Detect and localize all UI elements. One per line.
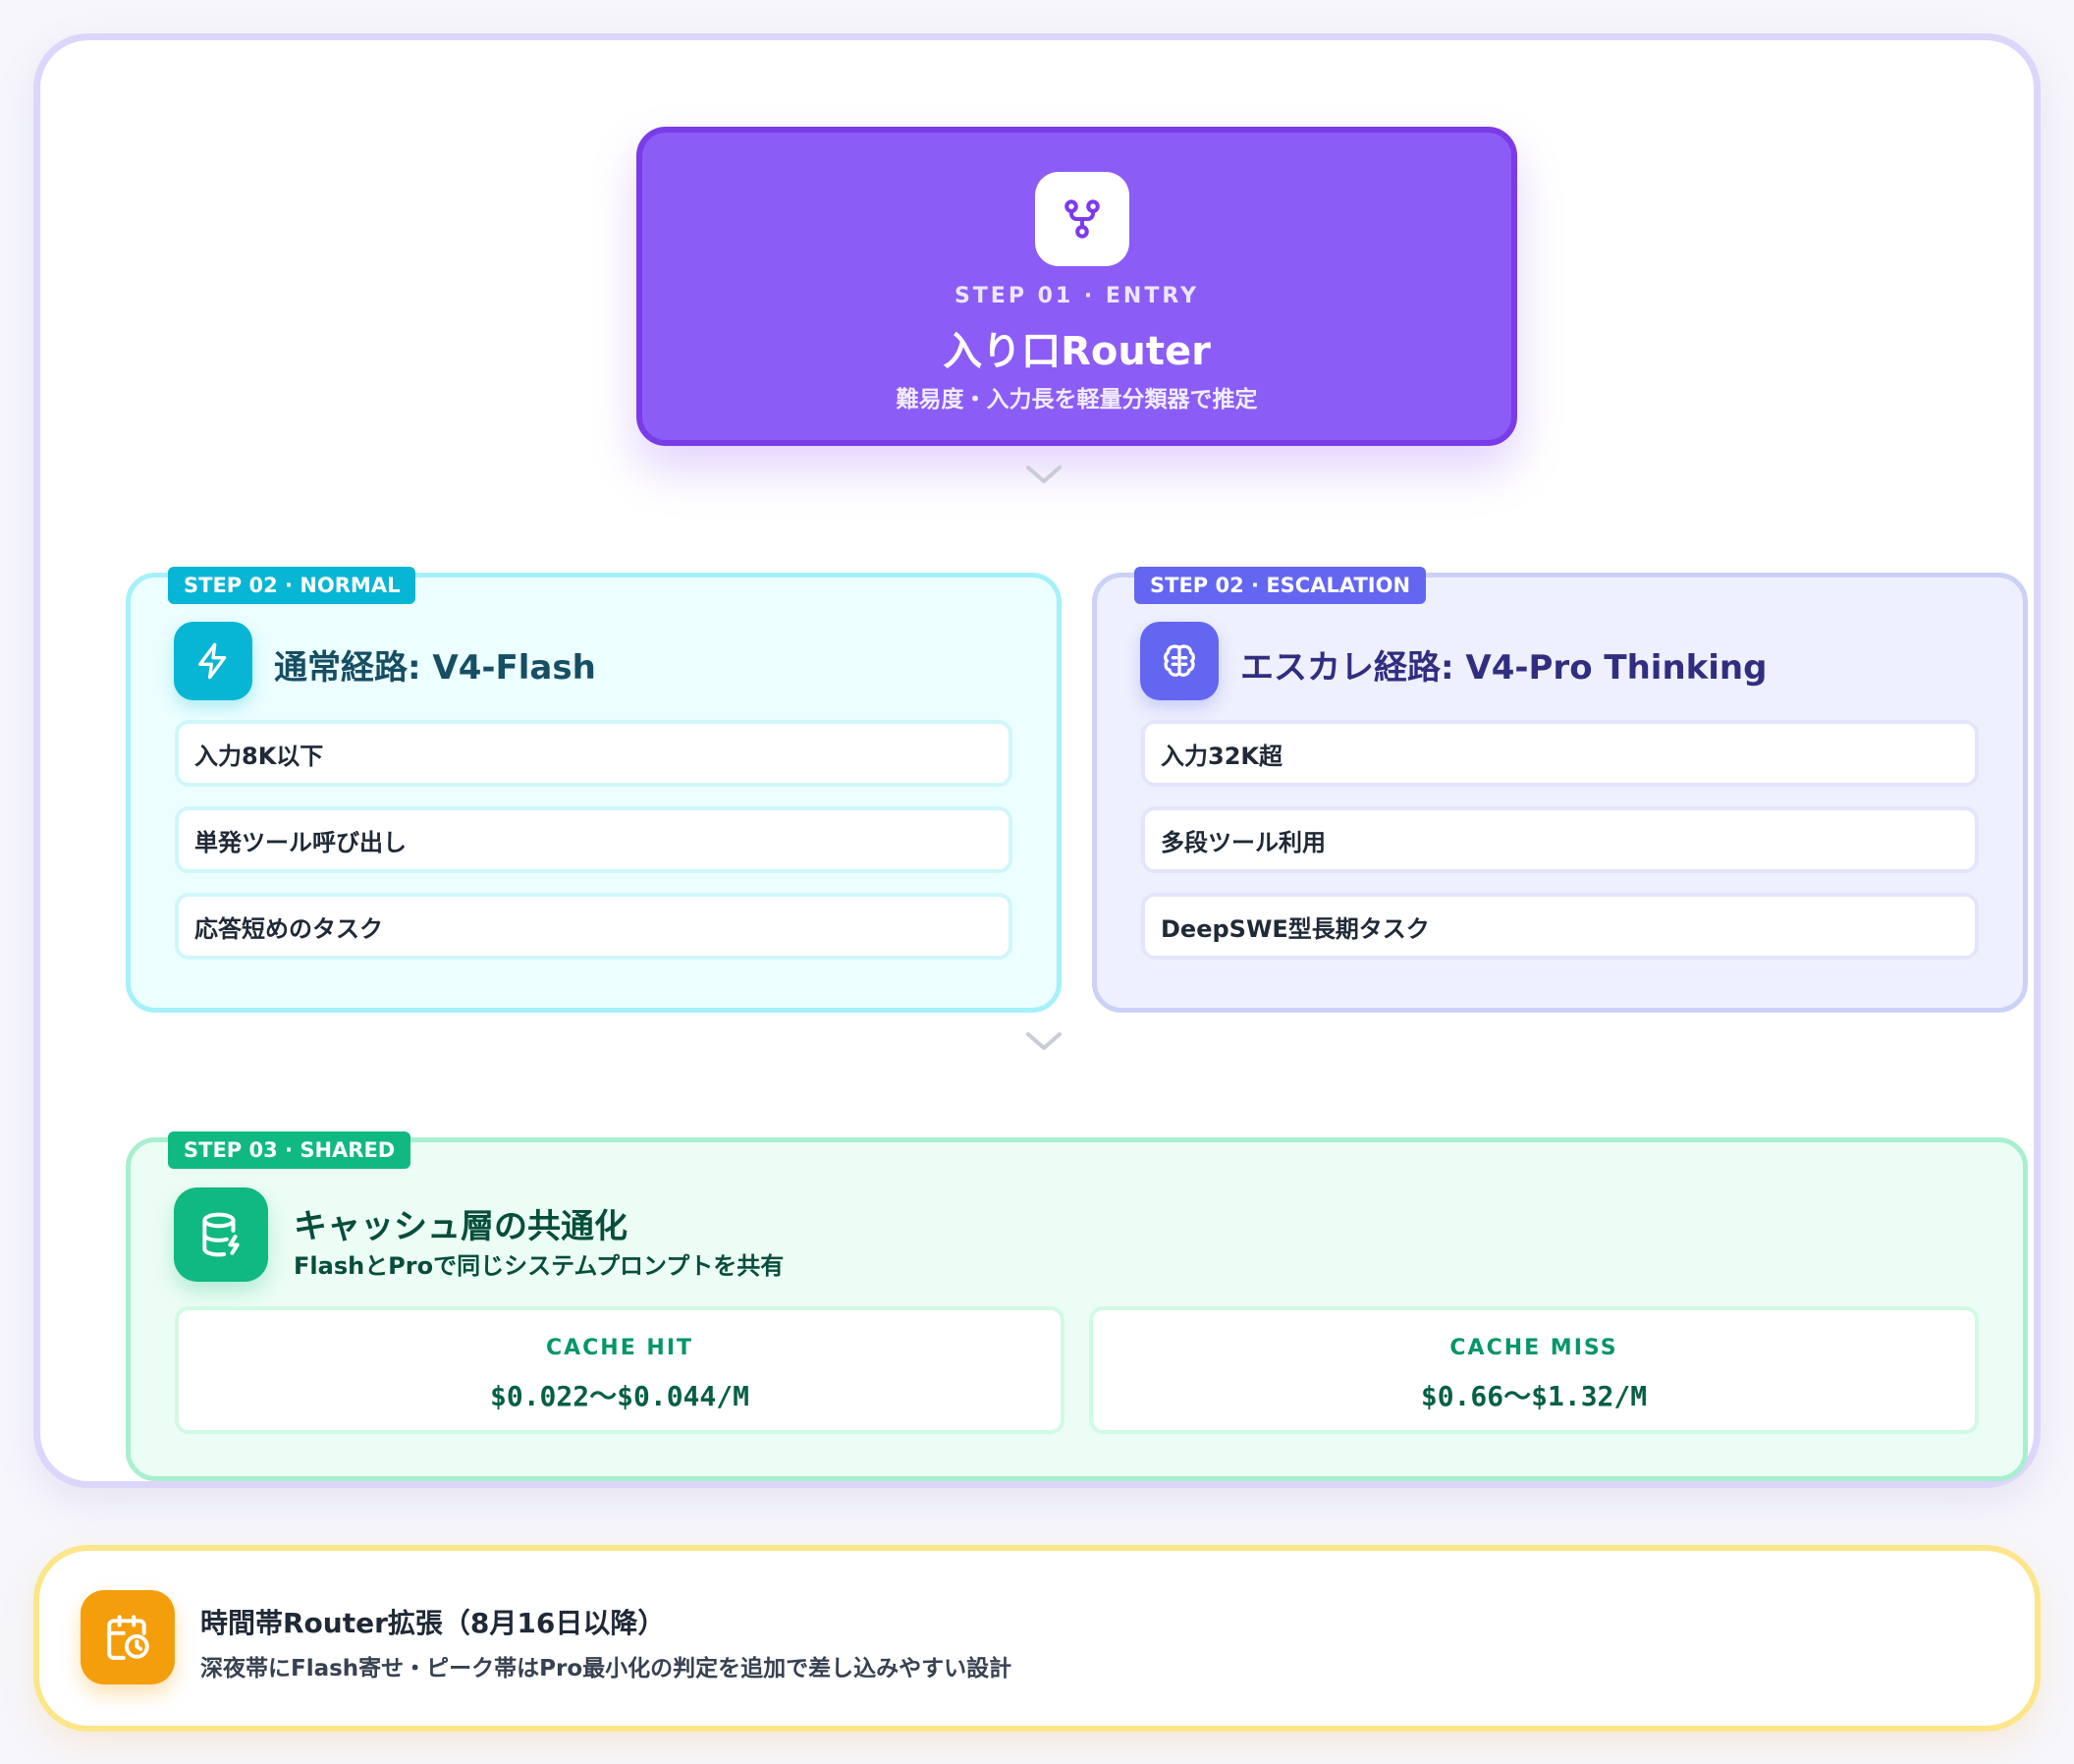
cache-hit-card: CACHE HIT $0.022〜$0.044/M [175,1306,1064,1434]
flow-diagram-frame: STEP 01 · ENTRY 入り口Router 難易度・入力長を軽量分類器で… [33,33,2041,1488]
zap-icon [174,622,252,700]
normal-step-badge: STEP 02 · NORMAL [168,567,416,604]
escalation-route-card: STEP 02 · ESCALATION エスカレ経路: V4-Pro Thin… [1092,567,2028,1013]
entry-title: 入り口Router [943,329,1211,374]
shared-subtitle: FlashとProで同じシステムプロンプトを共有 [294,1252,785,1280]
entry-step-label: STEP 01 · ENTRY [954,284,1200,308]
cache-miss-price: $0.66〜$1.32/M [1420,1380,1648,1412]
cache-miss-card: CACHE MISS $0.66〜$1.32/M [1089,1306,1979,1434]
escalation-step-badge: STEP 02 · ESCALATION [1134,567,1427,604]
chevron-down-icon [1026,1032,1062,1050]
cache-hit-label: CACHE HIT [545,1336,694,1360]
database-zap-icon [174,1187,268,1282]
cache-miss-label: CACHE MISS [1449,1336,1618,1360]
shared-step-badge: STEP 03 · SHARED [168,1131,411,1169]
chevron-down-icon [1026,466,1062,483]
git-fork-icon [1035,172,1129,266]
escalation-condition-item: DeepSWE型長期タスク [1141,893,1979,960]
escalation-route-title: エスカレ経路: V4-Pro Thinking [1240,648,1768,688]
escalation-condition-item: 入力32K超 [1141,720,1979,787]
shared-title: キャッシュ層の共通化 [294,1207,628,1246]
brain-icon [1140,622,1219,700]
shared-cache-card: STEP 03 · SHARED キャッシュ層の共通化 FlashとProで同じ… [126,1131,2028,1481]
normal-condition-item: 単発ツール呼び出し [175,806,1012,873]
escalation-condition-item: 多段ツール利用 [1141,806,1979,873]
entry-subtitle: 難易度・入力長を軽量分類器で推定 [896,387,1258,413]
normal-route-title: 通常経路: V4-Flash [274,648,596,688]
time-router-extension-banner: 時間帯Router拡張（8月16日以降） 深夜帯にFlash寄せ・ピーク帯はPr… [33,1545,2041,1732]
normal-condition-item: 入力8K以下 [175,720,1012,787]
calendar-clock-icon [81,1590,175,1684]
entry-router-card: STEP 01 · ENTRY 入り口Router 難易度・入力長を軽量分類器で… [636,127,1517,446]
normal-condition-item: 応答短めのタスク [175,893,1012,960]
normal-route-card: STEP 02 · NORMAL 通常経路: V4-Flash 入力8K以下 単… [126,567,1062,1013]
cache-hit-price: $0.022〜$0.044/M [489,1380,749,1412]
extension-subtitle: 深夜帯にFlash寄せ・ピーク帯はPro最小化の判定を追加で差し込みやすい設計 [200,1656,1012,1681]
extension-title: 時間帯Router拡張（8月16日以降） [200,1607,666,1639]
